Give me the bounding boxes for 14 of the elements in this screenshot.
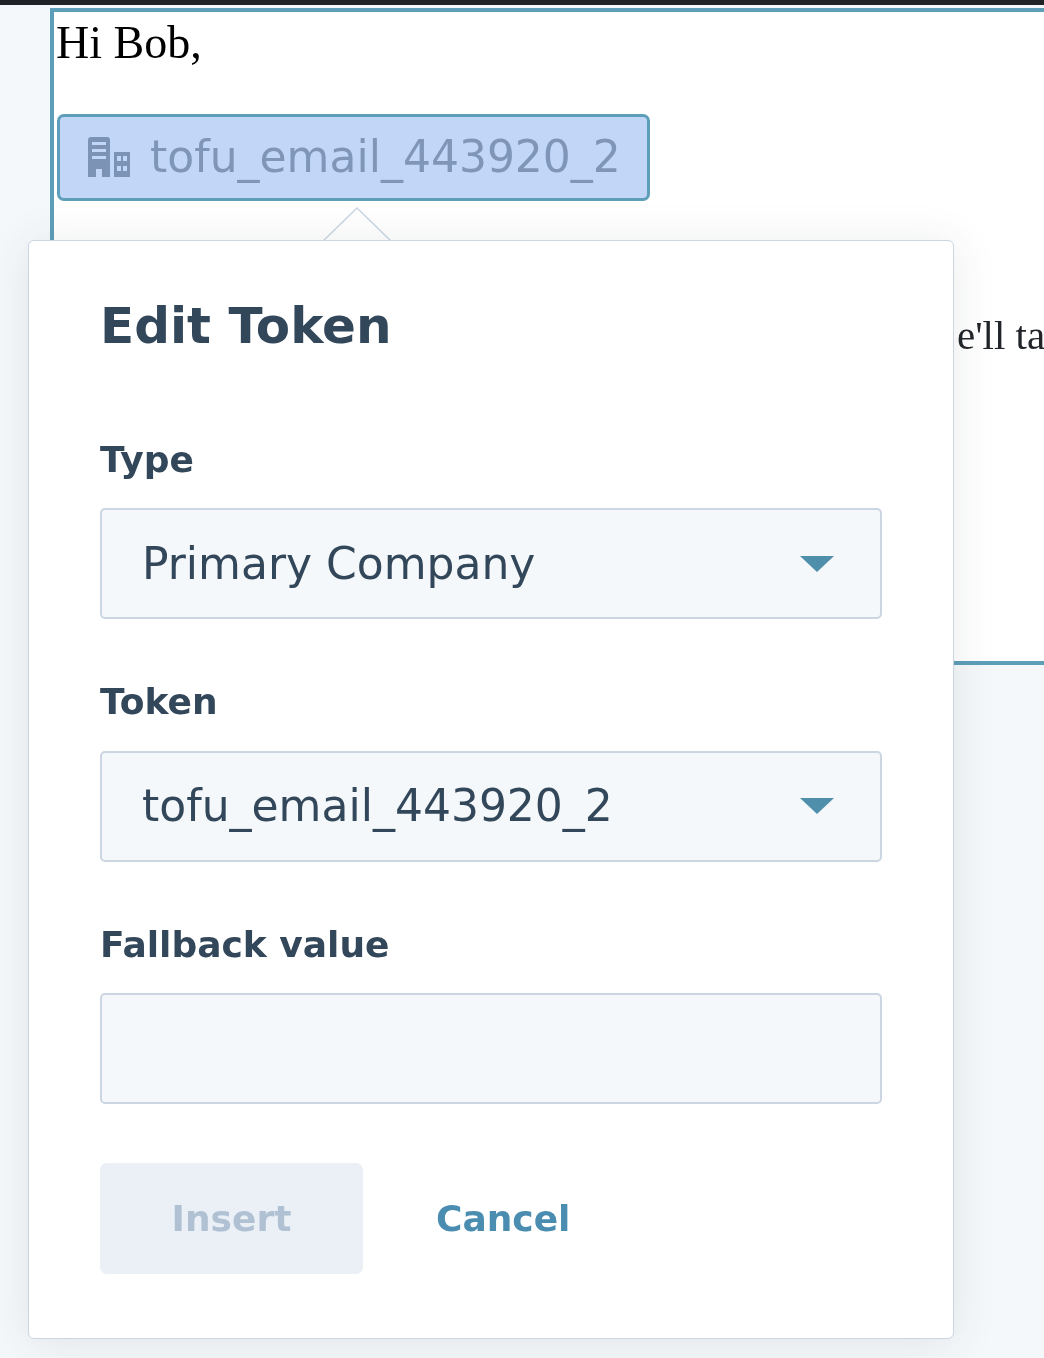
building-icon: [86, 137, 130, 178]
field-label: Type: [100, 438, 195, 482]
token-chip[interactable]: tofu_email_443920_2: [57, 113, 650, 201]
field-label: Fallback value: [100, 922, 391, 967]
dropdown-field[interactable]: tofu_email_443920_2: [100, 750, 882, 862]
body-text: e'll ta: [957, 312, 1044, 358]
field-label: Token: [100, 680, 219, 725]
caret-icon: [800, 555, 834, 572]
cancel-link[interactable]: Cancel: [436, 1191, 571, 1246]
text-input-field[interactable]: [100, 993, 882, 1105]
greeting-text: Hi Bob,: [55, 16, 203, 69]
dropdown-field[interactable]: Primary Company: [100, 508, 882, 620]
caret-icon: [800, 798, 834, 815]
popover-title: Edit Token: [100, 296, 393, 357]
